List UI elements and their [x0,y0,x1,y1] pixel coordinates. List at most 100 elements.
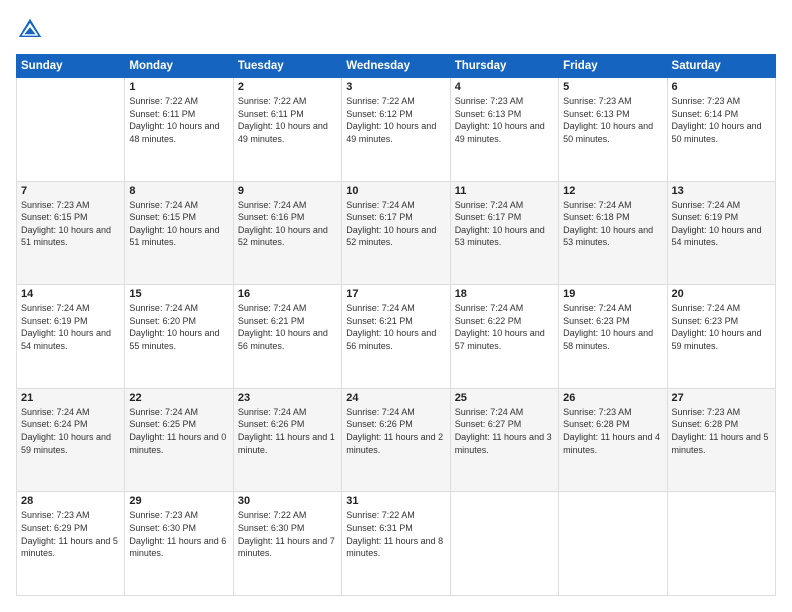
calendar-cell [17,78,125,182]
day-number: 15 [129,288,228,300]
calendar-cell: 1Sunrise: 7:22 AMSunset: 6:11 PMDaylight… [125,78,233,182]
day-number: 14 [21,288,120,300]
day-info: Sunrise: 7:24 AMSunset: 6:15 PMDaylight:… [129,199,228,249]
weekday-header-sunday: Sunday [17,55,125,78]
calendar-table: SundayMondayTuesdayWednesdayThursdayFrid… [16,54,776,596]
day-info: Sunrise: 7:23 AMSunset: 6:13 PMDaylight:… [455,95,554,145]
calendar-cell: 24Sunrise: 7:24 AMSunset: 6:26 PMDayligh… [342,388,450,492]
day-info: Sunrise: 7:24 AMSunset: 6:18 PMDaylight:… [563,199,662,249]
calendar-cell: 12 Sunrise: 7:24 AMSunset: 6:18 PMDayligh… [559,181,667,285]
calendar-cell: 5Sunrise: 7:23 AMSunset: 6:13 PMDaylight… [559,78,667,182]
calendar-cell: 25 Sunrise: 7:24 AMSunset: 6:27 PMDayligh… [450,388,558,492]
calendar-cell: 22 Sunrise: 7:24 AMSunset: 6:25 PMDayligh… [125,388,233,492]
weekday-header-monday: Monday [125,55,233,78]
calendar-cell: 14 Sunrise: 7:24 AMSunset: 6:19 PMDayligh… [17,285,125,389]
day-info: Sunrise: 7:24 AMSunset: 6:27 PMDaylight:… [455,406,554,456]
day-number: 10 [346,185,445,197]
calendar-cell: 27Sunrise: 7:23 AMSunset: 6:28 PMDayligh… [667,388,775,492]
day-info: Sunrise: 7:22 AMSunset: 6:30 PMDaylight:… [238,509,337,559]
day-number: 26 [563,392,662,404]
week-row-3: 14 Sunrise: 7:24 AMSunset: 6:19 PMDayligh… [17,285,776,389]
calendar-cell: 21 Sunrise: 7:24 AMSunset: 6:24 PMDayligh… [17,388,125,492]
calendar-cell: 16 Sunrise: 7:24 AMSunset: 6:21 PMDayligh… [233,285,341,389]
calendar-cell: 11 Sunrise: 7:24 AMSunset: 6:17 PMDayligh… [450,181,558,285]
week-row-4: 21 Sunrise: 7:24 AMSunset: 6:24 PMDayligh… [17,388,776,492]
calendar-cell: 17 Sunrise: 7:24 AMSunset: 6:21 PMDayligh… [342,285,450,389]
calendar-cell: 7Sunrise: 7:23 AMSunset: 6:15 PMDaylight… [17,181,125,285]
day-info: Sunrise: 7:23 AMSunset: 6:29 PMDaylight:… [21,509,120,559]
day-number: 20 [672,288,771,300]
calendar-cell: 29 Sunrise: 7:23 AMSunset: 6:30 PMDayligh… [125,492,233,596]
week-row-2: 7Sunrise: 7:23 AMSunset: 6:15 PMDaylight… [17,181,776,285]
calendar-cell: 18 Sunrise: 7:24 AMSunset: 6:22 PMDayligh… [450,285,558,389]
day-info: Sunrise: 7:24 AMSunset: 6:23 PMDaylight:… [672,302,771,352]
day-info: Sunrise: 7:24 AMSunset: 6:23 PMDaylight:… [563,302,662,352]
day-number: 28 [21,495,120,507]
calendar-cell: 8 Sunrise: 7:24 AMSunset: 6:15 PMDaylight… [125,181,233,285]
week-row-5: 28 Sunrise: 7:23 AMSunset: 6:29 PMDayligh… [17,492,776,596]
weekday-header-tuesday: Tuesday [233,55,341,78]
weekday-header-thursday: Thursday [450,55,558,78]
calendar-cell [450,492,558,596]
calendar-cell [559,492,667,596]
day-number: 23 [238,392,337,404]
day-number: 8 [129,185,228,197]
day-info: Sunrise: 7:23 AMSunset: 6:30 PMDaylight:… [129,509,228,559]
day-number: 19 [563,288,662,300]
weekday-header-friday: Friday [559,55,667,78]
day-info: Sunrise: 7:24 AMSunset: 6:21 PMDaylight:… [238,302,337,352]
day-info: Sunrise: 7:24 AMSunset: 6:24 PMDaylight:… [21,406,120,456]
week-row-1: 1 Sunrise: 7:22 AMSunset: 6:11 PMDaylight… [17,78,776,182]
calendar-cell: 19 Sunrise: 7:24 AMSunset: 6:23 PMDayligh… [559,285,667,389]
calendar-cell: 20 Sunrise: 7:24 AMSunset: 6:23 PMDayligh… [667,285,775,389]
day-info: Sunrise: 7:24 AMSunset: 6:17 PMDaylight:… [455,199,554,249]
day-info: Sunrise: 7:23 AMSunset: 6:28 PMDaylight:… [563,406,662,456]
day-number: 13 [672,185,771,197]
day-info: Sunrise: 7:23 AMSunset: 6:13 PMDaylight:… [563,95,662,145]
day-number: 1 [129,81,228,93]
day-number: 25 [455,392,554,404]
day-info: Sunrise: 7:23 AMSunset: 6:28 PMDaylight:… [672,406,771,456]
calendar-cell: 2 Sunrise: 7:22 AMSunset: 6:11 PMDaylight… [233,78,341,182]
page-header [16,16,776,44]
calendar-cell: 9 Sunrise: 7:24 AMSunset: 6:16 PMDaylight… [233,181,341,285]
day-number: 3 [346,81,445,93]
day-number: 31 [346,495,445,507]
day-info: Sunrise: 7:24 AMSunset: 6:19 PMDaylight:… [672,199,771,249]
day-info: Sunrise: 7:23 AMSunset: 6:15 PMDaylight:… [21,199,120,249]
day-info: Sunrise: 7:24 AMSunset: 6:22 PMDaylight:… [455,302,554,352]
calendar-cell: 6Sunrise: 7:23 AMSunset: 6:14 PMDaylight… [667,78,775,182]
day-number: 12 [563,185,662,197]
day-number: 29 [129,495,228,507]
day-number: 30 [238,495,337,507]
day-info: Sunrise: 7:24 AMSunset: 6:17 PMDaylight:… [346,199,445,249]
day-number: 21 [21,392,120,404]
day-number: 9 [238,185,337,197]
weekday-header-saturday: Saturday [667,55,775,78]
calendar-cell: 30 Sunrise: 7:22 AMSunset: 6:30 PMDayligh… [233,492,341,596]
day-number: 18 [455,288,554,300]
day-info: Sunrise: 7:24 AMSunset: 6:25 PMDaylight:… [129,406,228,456]
day-number: 11 [455,185,554,197]
calendar-page: SundayMondayTuesdayWednesdayThursdayFrid… [0,0,792,612]
calendar-cell: 28 Sunrise: 7:23 AMSunset: 6:29 PMDayligh… [17,492,125,596]
day-info: Sunrise: 7:22 AMSunset: 6:11 PMDaylight:… [238,95,337,145]
calendar-cell: 4 Sunrise: 7:23 AMSunset: 6:13 PMDaylight… [450,78,558,182]
day-number: 22 [129,392,228,404]
day-info: Sunrise: 7:24 AMSunset: 6:19 PMDaylight:… [21,302,120,352]
day-info: Sunrise: 7:24 AMSunset: 6:26 PMDaylight:… [238,406,337,456]
day-info: Sunrise: 7:24 AMSunset: 6:16 PMDaylight:… [238,199,337,249]
day-info: Sunrise: 7:24 AMSunset: 6:20 PMDaylight:… [129,302,228,352]
weekday-header-row: SundayMondayTuesdayWednesdayThursdayFrid… [17,55,776,78]
calendar-cell: 10 Sunrise: 7:24 AMSunset: 6:17 PMDayligh… [342,181,450,285]
day-number: 4 [455,81,554,93]
calendar-cell: 13 Sunrise: 7:24 AMSunset: 6:19 PMDayligh… [667,181,775,285]
day-number: 16 [238,288,337,300]
day-number: 2 [238,81,337,93]
calendar-cell: 3Sunrise: 7:22 AMSunset: 6:12 PMDaylight… [342,78,450,182]
day-number: 17 [346,288,445,300]
day-info: Sunrise: 7:24 AMSunset: 6:21 PMDaylight:… [346,302,445,352]
calendar-cell: 23 Sunrise: 7:24 AMSunset: 6:26 PMDayligh… [233,388,341,492]
day-number: 24 [346,392,445,404]
weekday-header-wednesday: Wednesday [342,55,450,78]
